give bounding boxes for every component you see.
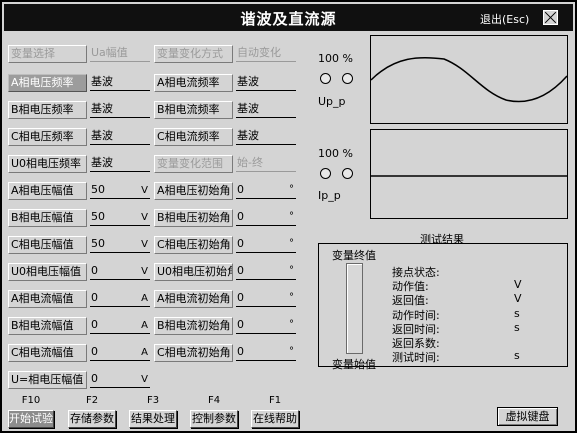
variable-select-label: 变量选择 xyxy=(8,45,87,63)
amplitude-unit: A xyxy=(141,347,148,358)
freq-value-b[interactable]: 基波 xyxy=(236,74,296,91)
dc-voltage-unit: V xyxy=(141,374,148,385)
freq-value-b[interactable]: 基波 xyxy=(236,101,296,118)
current-waveform-panel xyxy=(370,129,568,219)
initial-angle-unit: ° xyxy=(289,238,294,249)
result-unit: s xyxy=(514,349,520,363)
voltage-scale-label: 100 % xyxy=(318,52,353,65)
amplitude-label: A相电流幅值 xyxy=(8,290,87,308)
current-scale-label: 100 % xyxy=(318,147,353,160)
freq-label-a: C相电压频率 xyxy=(8,128,87,146)
initial-angle-label: U0相电压初始角 xyxy=(154,263,233,281)
amplitude-unit: A xyxy=(141,293,148,304)
initial-angle-label: A相电流初始角 xyxy=(154,290,233,308)
function-key-button[interactable]: 开始试验 xyxy=(8,410,54,428)
function-key-code: F2 xyxy=(85,395,99,406)
harmonic-dc-source-window: 谐波及直流源 退出(Esc) 变量选择 Ua幅值 变量变化方式 自动变化 A相电… xyxy=(0,0,577,433)
amplitude-label: C相电流幅值 xyxy=(8,344,87,362)
variable-change-mode-value[interactable]: 自动变化 xyxy=(236,45,296,62)
freq-label-a: U0相电压频率 xyxy=(8,155,87,173)
voltage-sine-wave xyxy=(370,56,568,103)
initial-angle-label: C相电压初始角 xyxy=(154,236,233,254)
current-scale-down-knob[interactable] xyxy=(320,168,331,179)
function-key-button[interactable]: 在线帮助 xyxy=(251,410,299,428)
function-key-code: F3 xyxy=(146,395,160,406)
voltage-waveform-panel xyxy=(370,35,568,124)
amplitude-label: B相电压幅值 xyxy=(8,209,87,227)
result-unit: V xyxy=(514,292,522,306)
initial-angle-unit: ° xyxy=(289,346,294,357)
initial-angle-label: B相电流初始角 xyxy=(154,317,233,335)
result-unit: V xyxy=(514,278,522,292)
freq-value-a[interactable]: 基波 xyxy=(90,74,150,91)
freq-label-b: B相电流频率 xyxy=(154,101,233,119)
voltage-scale-down-knob[interactable] xyxy=(320,73,331,84)
exit-button[interactable]: 退出(Esc) xyxy=(480,11,529,27)
function-key-button[interactable]: 结果处理 xyxy=(129,410,177,428)
initial-angle-unit: ° xyxy=(289,265,294,276)
function-key-button[interactable]: 控制参数 xyxy=(190,410,238,428)
voltage-scale-up-knob[interactable] xyxy=(342,73,353,84)
close-icon[interactable] xyxy=(543,10,558,25)
title-bar: 谐波及直流源 退出(Esc) xyxy=(4,4,573,31)
freq-label-a: B相电压频率 xyxy=(8,101,87,119)
amplitude-unit: V xyxy=(141,266,148,277)
variable-start-label: 变量始值 xyxy=(332,358,376,371)
result-unit: s xyxy=(514,320,520,334)
amplitude-unit: V xyxy=(141,185,148,196)
freq-value-b[interactable]: 基波 xyxy=(236,128,296,145)
freq-label-b: A相电流频率 xyxy=(154,74,233,92)
variable-select-value[interactable]: Ua幅值 xyxy=(90,45,150,62)
amplitude-unit: A xyxy=(141,320,148,331)
amplitude-unit: V xyxy=(141,239,148,250)
freq-value-b[interactable]: 始-终 xyxy=(236,155,296,172)
amplitude-label: B相电流幅值 xyxy=(8,317,87,335)
function-key-code: F1 xyxy=(268,395,282,406)
function-key-code: F10 xyxy=(21,395,41,406)
amplitude-label: C相电压幅值 xyxy=(8,236,87,254)
voltage-waveform-label: Up_p xyxy=(318,95,346,108)
variable-change-mode-label: 变量变化方式 xyxy=(154,45,233,63)
freq-value-a[interactable]: 基波 xyxy=(90,128,150,145)
variable-end-label: 变量终值 xyxy=(332,249,376,262)
initial-angle-label: C相电流初始角 xyxy=(154,344,233,362)
freq-value-a[interactable]: 基波 xyxy=(90,155,150,172)
initial-angle-label: A相电压初始角 xyxy=(154,182,233,200)
result-unit: s xyxy=(514,306,520,320)
initial-angle-unit: ° xyxy=(289,319,294,330)
amplitude-label: A相电压幅值 xyxy=(8,182,87,200)
virtual-keyboard-button[interactable]: 虚拟键盘 xyxy=(497,407,558,426)
freq-value-a[interactable]: 基波 xyxy=(90,101,150,118)
function-key-code: F4 xyxy=(207,395,221,406)
initial-angle-unit: ° xyxy=(289,211,294,222)
freq-label-b: 变量变化范围 xyxy=(154,155,233,173)
initial-angle-label: B相电压初始角 xyxy=(154,209,233,227)
current-flat-line xyxy=(371,175,567,177)
amplitude-unit: V xyxy=(141,212,148,223)
initial-angle-unit: ° xyxy=(289,184,294,195)
initial-angle-unit: ° xyxy=(289,292,294,303)
variable-range-bar xyxy=(346,263,363,354)
current-waveform-label: Ip_p xyxy=(318,189,341,202)
result-label: 测试时间: xyxy=(392,351,440,365)
freq-label-a: A相电压频率 xyxy=(8,74,87,92)
current-scale-up-knob[interactable] xyxy=(342,168,353,179)
freq-label-b: C相电流频率 xyxy=(154,128,233,146)
function-key-button[interactable]: 存储参数 xyxy=(68,410,116,428)
amplitude-label: U0相电压幅值 xyxy=(8,263,87,281)
dc-voltage-label: U=相电压幅值 xyxy=(8,371,87,389)
